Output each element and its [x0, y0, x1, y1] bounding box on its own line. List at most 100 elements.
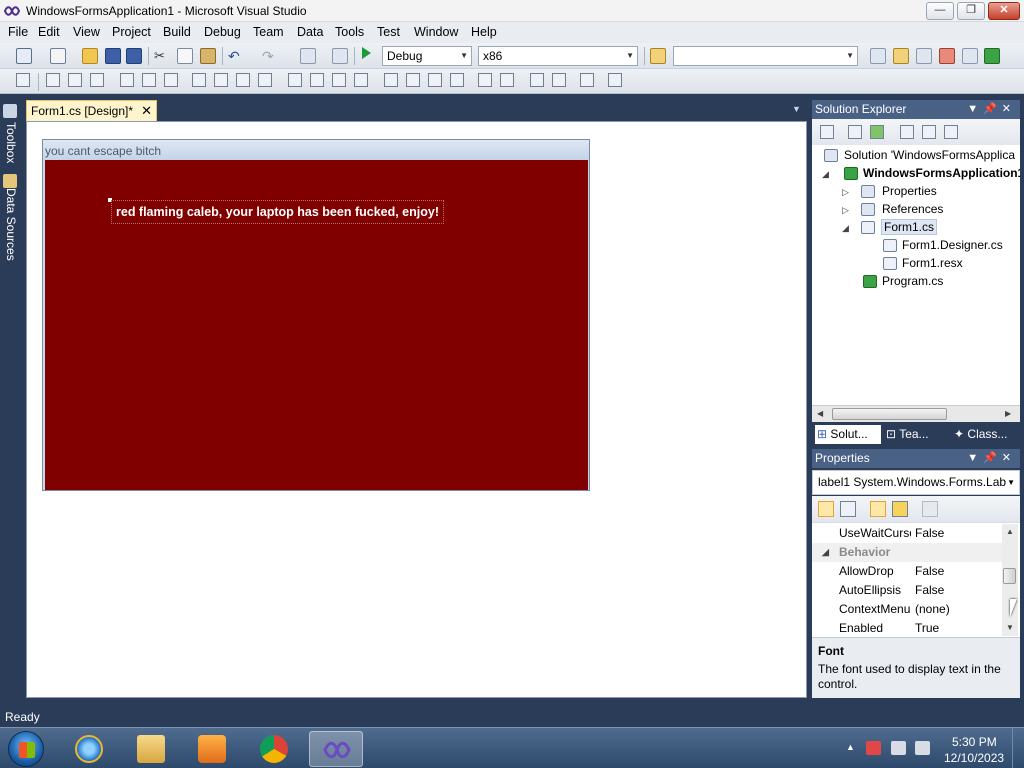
scroll-right-icon[interactable]: ▶ [1005, 409, 1011, 418]
categorized-icon[interactable] [818, 501, 834, 517]
toolbox-icon[interactable] [3, 104, 17, 118]
menu-window[interactable]: Window [414, 25, 458, 39]
taskbar-file-explorer[interactable] [124, 731, 178, 767]
tab-class-view[interactable]: ✦ Class... [954, 425, 1020, 444]
menu-data[interactable]: Data [297, 25, 323, 39]
align-middles-icon[interactable] [142, 73, 156, 87]
alphabetical-icon[interactable] [840, 501, 856, 517]
data-sources-tab[interactable]: Data Sources [2, 188, 18, 261]
menu-team[interactable]: Team [253, 25, 284, 39]
tree-form1[interactable]: Form1.cs [881, 219, 938, 235]
data-sources-icon[interactable] [3, 174, 17, 188]
navigate-backward-icon[interactable] [300, 48, 316, 64]
action-center-icon[interactable] [866, 741, 881, 755]
find-in-files-icon[interactable] [650, 48, 666, 64]
properties-icon[interactable] [820, 125, 834, 139]
tree-solution[interactable]: Solution 'WindowsFormsApplica [844, 148, 1015, 162]
properties-view-icon[interactable] [870, 501, 886, 517]
form-client-area[interactable]: red flaming caleb, your laptop has been … [45, 160, 588, 490]
expand-arrow-icon[interactable]: ▷ [842, 187, 849, 198]
form1-designer[interactable]: you cant escape bitch red flaming caleb,… [42, 139, 590, 491]
scroll-left-icon[interactable]: ◀ [817, 409, 823, 418]
vertical-spacing-equal-icon[interactable] [384, 73, 398, 87]
toolbox-tab[interactable]: Toolbox [2, 122, 18, 163]
save-icon[interactable] [105, 48, 121, 64]
show-desktop-button[interactable] [1012, 728, 1024, 768]
view-designer-icon[interactable] [922, 125, 936, 139]
maximize-button[interactable]: ❐ [957, 2, 985, 20]
save-all-icon[interactable] [126, 48, 142, 64]
show-all-files-icon[interactable] [848, 125, 862, 139]
toolbar-options-icon[interactable] [608, 73, 622, 87]
tab-form1-design[interactable]: Form1.cs [Design]* ✕ [26, 100, 157, 121]
prop-row-usewaitcursor[interactable]: UseWaitCursor False [812, 524, 1004, 543]
make-same-height-icon[interactable] [214, 73, 228, 87]
tab-solution-explorer[interactable]: ⊞ Solut... [815, 425, 881, 444]
form-titlebar[interactable]: you cant escape bitch [43, 140, 589, 160]
menu-edit[interactable]: Edit [38, 25, 60, 39]
clock-time[interactable]: 5:30 PM [952, 735, 997, 749]
paste-icon[interactable] [200, 48, 216, 64]
properties-window-icon[interactable] [916, 48, 932, 64]
network-icon[interactable] [891, 741, 906, 755]
view-class-diagram-icon[interactable] [944, 125, 958, 139]
minimize-button[interactable]: — [926, 2, 954, 20]
solution-explorer-hscrollbar[interactable]: ◀ ▶ [812, 405, 1020, 422]
make-same-width-icon[interactable] [192, 73, 206, 87]
undo-icon[interactable]: ↶ [228, 48, 244, 64]
horizontal-spacing-equal-icon[interactable] [288, 73, 302, 87]
solution-explorer-icon[interactable] [893, 48, 909, 64]
remove-horizontal-spacing-icon[interactable] [354, 73, 368, 87]
decrease-vertical-spacing-icon[interactable] [428, 73, 442, 87]
menu-project[interactable]: Project [112, 25, 151, 39]
find-combobox[interactable]: ▼ [673, 46, 858, 66]
prop-row-autoellipsis[interactable]: AutoEllipsis False [812, 581, 1004, 600]
object-browser-icon[interactable] [939, 48, 955, 64]
property-pages-icon[interactable] [922, 501, 938, 517]
align-to-grid-icon[interactable] [16, 73, 30, 87]
decrease-horizontal-spacing-icon[interactable] [332, 73, 346, 87]
prop-value[interactable]: True [915, 619, 939, 638]
open-folder-icon[interactable] [82, 48, 98, 64]
toolbox-icon[interactable] [962, 48, 978, 64]
prop-row-allowdrop[interactable]: AllowDrop False [812, 562, 1004, 581]
tab-team-explorer[interactable]: ⊡ Tea... [886, 425, 946, 444]
copy-icon[interactable] [177, 48, 193, 64]
tree-properties[interactable]: Properties [882, 184, 937, 198]
taskbar-media-player[interactable] [185, 731, 239, 767]
prop-row-contextmenustrip[interactable]: ContextMenuStrip (none) [812, 600, 1004, 619]
close-button[interactable]: ✕ [988, 2, 1020, 20]
prop-value[interactable]: False [915, 524, 944, 543]
tree-references[interactable]: References [882, 202, 943, 216]
scroll-up-icon[interactable]: ▲ [1006, 527, 1014, 536]
tree-form1-designer[interactable]: Form1.Designer.cs [902, 238, 1003, 252]
remove-vertical-spacing-icon[interactable] [450, 73, 464, 87]
taskbar-visual-studio[interactable] [309, 731, 363, 767]
scrollbar-thumb[interactable] [832, 408, 947, 420]
align-lefts-icon[interactable] [46, 73, 60, 87]
menu-view[interactable]: View [73, 25, 100, 39]
increase-vertical-spacing-icon[interactable] [406, 73, 420, 87]
start-button[interactable] [8, 731, 44, 767]
taskbar-chrome[interactable] [247, 731, 301, 767]
menu-debug[interactable]: Debug [204, 25, 241, 39]
property-grid-vscrollbar[interactable]: ▲ ▼ [1002, 524, 1018, 636]
align-tops-icon[interactable] [120, 73, 134, 87]
panel-controls[interactable]: ▼📌✕ [967, 100, 1016, 119]
object-selector-dropdown[interactable]: label1 System.Windows.Forms.Lab ▼ [812, 470, 1020, 495]
menu-help[interactable]: Help [471, 25, 497, 39]
send-to-back-icon[interactable] [552, 73, 566, 87]
collapse-arrow-icon[interactable]: ◢ [822, 543, 829, 562]
center-vertically-icon[interactable] [500, 73, 514, 87]
size-to-grid-icon[interactable] [258, 73, 272, 87]
tree-project[interactable]: WindowsFormsApplication1 [863, 166, 1020, 180]
start-page-icon[interactable] [984, 48, 1000, 64]
prop-value[interactable]: False [915, 562, 944, 581]
menu-file[interactable]: File [8, 25, 28, 39]
prop-row-enabled[interactable]: Enabled True [812, 619, 1004, 638]
tree-program[interactable]: Program.cs [882, 274, 943, 288]
expand-arrow-icon[interactable]: ▷ [842, 205, 849, 216]
solution-platform-dropdown[interactable]: x86 ▼ [478, 46, 638, 66]
menu-build[interactable]: Build [163, 25, 191, 39]
center-horizontally-icon[interactable] [478, 73, 492, 87]
